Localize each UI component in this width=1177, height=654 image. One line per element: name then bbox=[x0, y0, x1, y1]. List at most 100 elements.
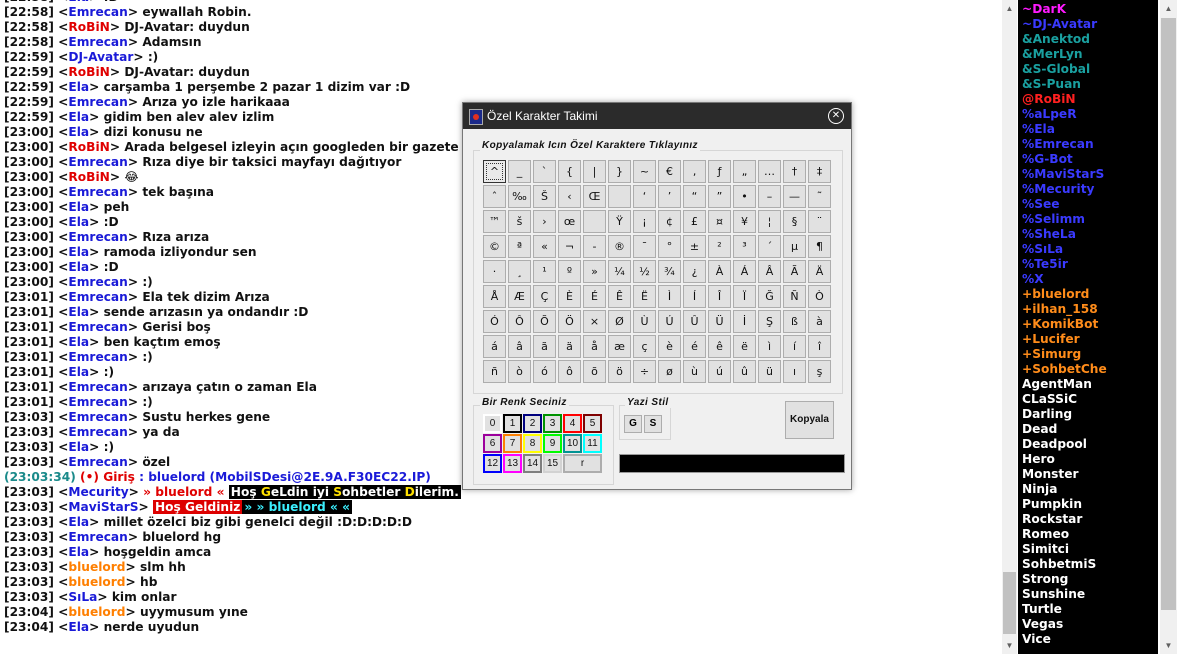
char-button[interactable]: ‹ bbox=[558, 185, 581, 208]
char-button[interactable]: æ bbox=[608, 335, 631, 358]
char-button[interactable]: ³ bbox=[733, 235, 756, 258]
char-button[interactable]: ‘ bbox=[633, 185, 656, 208]
chat-nick[interactable]: DJ-Avatar bbox=[68, 50, 133, 64]
userlist-scroll-thumb[interactable] bbox=[1161, 18, 1176, 610]
char-button[interactable]: ä bbox=[558, 335, 581, 358]
char-button[interactable]: } bbox=[608, 160, 631, 183]
chat-nick[interactable]: Ela bbox=[68, 0, 89, 4]
chat-nick[interactable]: Ela bbox=[68, 305, 89, 319]
char-button[interactable]: ~ bbox=[633, 160, 656, 183]
char-button[interactable]: ª bbox=[508, 235, 531, 258]
char-button[interactable]: œ bbox=[558, 210, 581, 233]
chat-nick[interactable]: bluelord bbox=[68, 575, 125, 589]
char-button[interactable]: º bbox=[558, 260, 581, 283]
char-button[interactable]: á bbox=[483, 335, 506, 358]
color-button[interactable]: 9 bbox=[543, 434, 562, 453]
user-list-item[interactable]: %Ela bbox=[1022, 122, 1107, 137]
chat-nick[interactable]: RoBiN bbox=[68, 20, 109, 34]
char-button[interactable]: ‰ bbox=[508, 185, 531, 208]
user-list-item[interactable]: CLaSSiC bbox=[1022, 392, 1107, 407]
chat-nick[interactable]: Ela bbox=[68, 365, 89, 379]
char-button[interactable]: ¯ bbox=[633, 235, 656, 258]
char-button[interactable]: â bbox=[508, 335, 531, 358]
char-button[interactable]: “ bbox=[683, 185, 706, 208]
color-button[interactable]: 0 bbox=[483, 414, 502, 433]
user-list-item[interactable]: %Te5ir bbox=[1022, 257, 1107, 272]
user-list-item[interactable]: %See bbox=[1022, 197, 1107, 212]
chat-nick[interactable]: bluelord bbox=[68, 560, 125, 574]
char-button[interactable]: ì bbox=[758, 335, 781, 358]
char-button[interactable]: ù bbox=[683, 360, 706, 383]
chat-nick[interactable]: Emrecan bbox=[68, 530, 127, 544]
dialog-titlebar[interactable]: Özel Karakter Takimi ✕ bbox=[463, 103, 851, 129]
char-button[interactable]: Ÿ bbox=[608, 210, 631, 233]
char-button[interactable]: - bbox=[583, 235, 606, 258]
user-list-item[interactable]: %Selimm bbox=[1022, 212, 1107, 227]
char-button[interactable]: ı bbox=[783, 360, 806, 383]
user-list-item[interactable]: Darling bbox=[1022, 407, 1107, 422]
chat-nick[interactable]: Emrecan bbox=[68, 425, 127, 439]
user-list-item[interactable]: Romeo bbox=[1022, 527, 1107, 542]
bold-style-button[interactable]: G bbox=[624, 415, 642, 433]
char-button[interactable]: é bbox=[683, 335, 706, 358]
user-list-item[interactable]: &S-Global bbox=[1022, 62, 1107, 77]
char-button[interactable]: ” bbox=[708, 185, 731, 208]
char-button[interactable]: £ bbox=[683, 210, 706, 233]
char-button[interactable]: { bbox=[558, 160, 581, 183]
user-list-item[interactable]: Ninja bbox=[1022, 482, 1107, 497]
char-button[interactable]: ¦ bbox=[758, 210, 781, 233]
user-list-item[interactable]: +Simurg bbox=[1022, 347, 1107, 362]
char-button[interactable]: å bbox=[583, 335, 606, 358]
user-list-item[interactable]: %X bbox=[1022, 272, 1107, 287]
char-button[interactable]: › bbox=[533, 210, 556, 233]
user-list-item[interactable]: ~DJ-Avatar bbox=[1022, 17, 1107, 32]
scroll-up-arrow-icon[interactable]: ▲ bbox=[1002, 0, 1017, 17]
char-button[interactable]: É bbox=[583, 285, 606, 308]
user-list-item[interactable]: %SheLa bbox=[1022, 227, 1107, 242]
char-button[interactable]: Ì bbox=[658, 285, 681, 308]
char-button[interactable]: Ò bbox=[808, 285, 831, 308]
user-list-item[interactable]: Vice bbox=[1022, 632, 1107, 647]
char-button[interactable]: Æ bbox=[508, 285, 531, 308]
char-button[interactable]: „ bbox=[733, 160, 756, 183]
char-button[interactable]: Î bbox=[708, 285, 731, 308]
char-button[interactable]: Ê bbox=[608, 285, 631, 308]
color-button[interactable]: 1 bbox=[503, 414, 522, 433]
char-button[interactable]: ¥ bbox=[733, 210, 756, 233]
char-button[interactable]: Ï bbox=[733, 285, 756, 308]
color-button[interactable]: 14 bbox=[523, 454, 542, 473]
chat-nick[interactable]: Emrecan bbox=[68, 35, 127, 49]
char-button[interactable]: — bbox=[783, 185, 806, 208]
user-list-item[interactable]: +bluelord bbox=[1022, 287, 1107, 302]
char-button[interactable]: ¼ bbox=[608, 260, 631, 283]
char-button[interactable]: ® bbox=[608, 235, 631, 258]
user-list-item[interactable]: +SohbetChe bbox=[1022, 362, 1107, 377]
char-button[interactable]: Ë bbox=[633, 285, 656, 308]
char-button[interactable]: à bbox=[808, 310, 831, 333]
user-list-item[interactable]: Turtle bbox=[1022, 602, 1107, 617]
char-button[interactable]: Ö bbox=[558, 310, 581, 333]
chat-nick[interactable]: RoBiN bbox=[68, 140, 109, 154]
chat-nick[interactable]: Emrecan bbox=[68, 350, 127, 364]
copy-button[interactable]: Kopyala bbox=[785, 401, 834, 439]
char-button[interactable]: Â bbox=[758, 260, 781, 283]
char-button[interactable]: ‚ bbox=[683, 160, 706, 183]
char-button[interactable]: è bbox=[658, 335, 681, 358]
chat-nick[interactable]: Emrecan bbox=[68, 275, 127, 289]
char-button[interactable]: ñ bbox=[483, 360, 506, 383]
chat-nick[interactable]: Emrecan bbox=[68, 5, 127, 19]
char-button[interactable]: Ù bbox=[633, 310, 656, 333]
char-button[interactable]: † bbox=[783, 160, 806, 183]
char-button[interactable]: ë bbox=[733, 335, 756, 358]
char-button[interactable]: Œ bbox=[583, 185, 606, 208]
char-button[interactable]: ¡ bbox=[633, 210, 656, 233]
user-list-item[interactable]: +Lucifer bbox=[1022, 332, 1107, 347]
chat-nick[interactable]: Emrecan bbox=[68, 410, 127, 424]
user-list-item[interactable]: %Mecurity bbox=[1022, 182, 1107, 197]
chat-scrollbar[interactable]: ▲ ▼ bbox=[1002, 0, 1017, 654]
char-button[interactable]: | bbox=[583, 160, 606, 183]
char-button[interactable]: ’ bbox=[658, 185, 681, 208]
color-button[interactable]: 5 bbox=[583, 414, 602, 433]
char-button[interactable]: í bbox=[783, 335, 806, 358]
char-button[interactable]: ÷ bbox=[633, 360, 656, 383]
